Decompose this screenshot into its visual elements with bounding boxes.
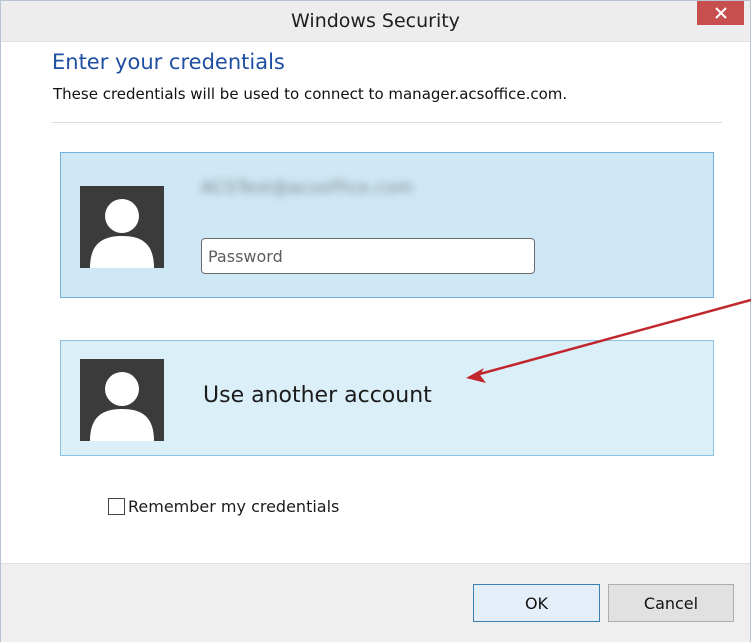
remember-credentials-checkbox[interactable]	[108, 498, 125, 515]
user-avatar-icon	[80, 186, 164, 268]
dialog-description: These credentials will be used to connec…	[53, 85, 568, 103]
windows-security-dialog: Windows Security Enter your credentials …	[0, 0, 751, 642]
dialog-content: Enter your credentials These credentials…	[1, 42, 750, 563]
close-button[interactable]	[697, 1, 744, 25]
account-tile-saved[interactable]: ACSTest@acsoffice.com	[60, 152, 714, 298]
dialog-footer: OK Cancel	[1, 563, 750, 642]
title-bar: Windows Security	[1, 1, 750, 42]
cancel-button[interactable]: Cancel	[608, 584, 734, 622]
user-avatar-icon	[80, 359, 164, 441]
use-another-account-label: Use another account	[203, 383, 432, 408]
ok-button[interactable]: OK	[473, 584, 600, 622]
saved-username: ACSTest@acsoffice.com	[201, 178, 414, 198]
password-field[interactable]	[201, 238, 535, 274]
divider	[52, 122, 722, 123]
close-icon	[714, 7, 727, 19]
remember-credentials-row[interactable]: Remember my credentials	[108, 497, 339, 516]
remember-credentials-label: Remember my credentials	[128, 497, 340, 516]
account-tile-use-another[interactable]: Use another account	[60, 340, 714, 456]
dialog-heading: Enter your credentials	[52, 50, 285, 74]
window-title: Windows Security	[291, 10, 460, 32]
